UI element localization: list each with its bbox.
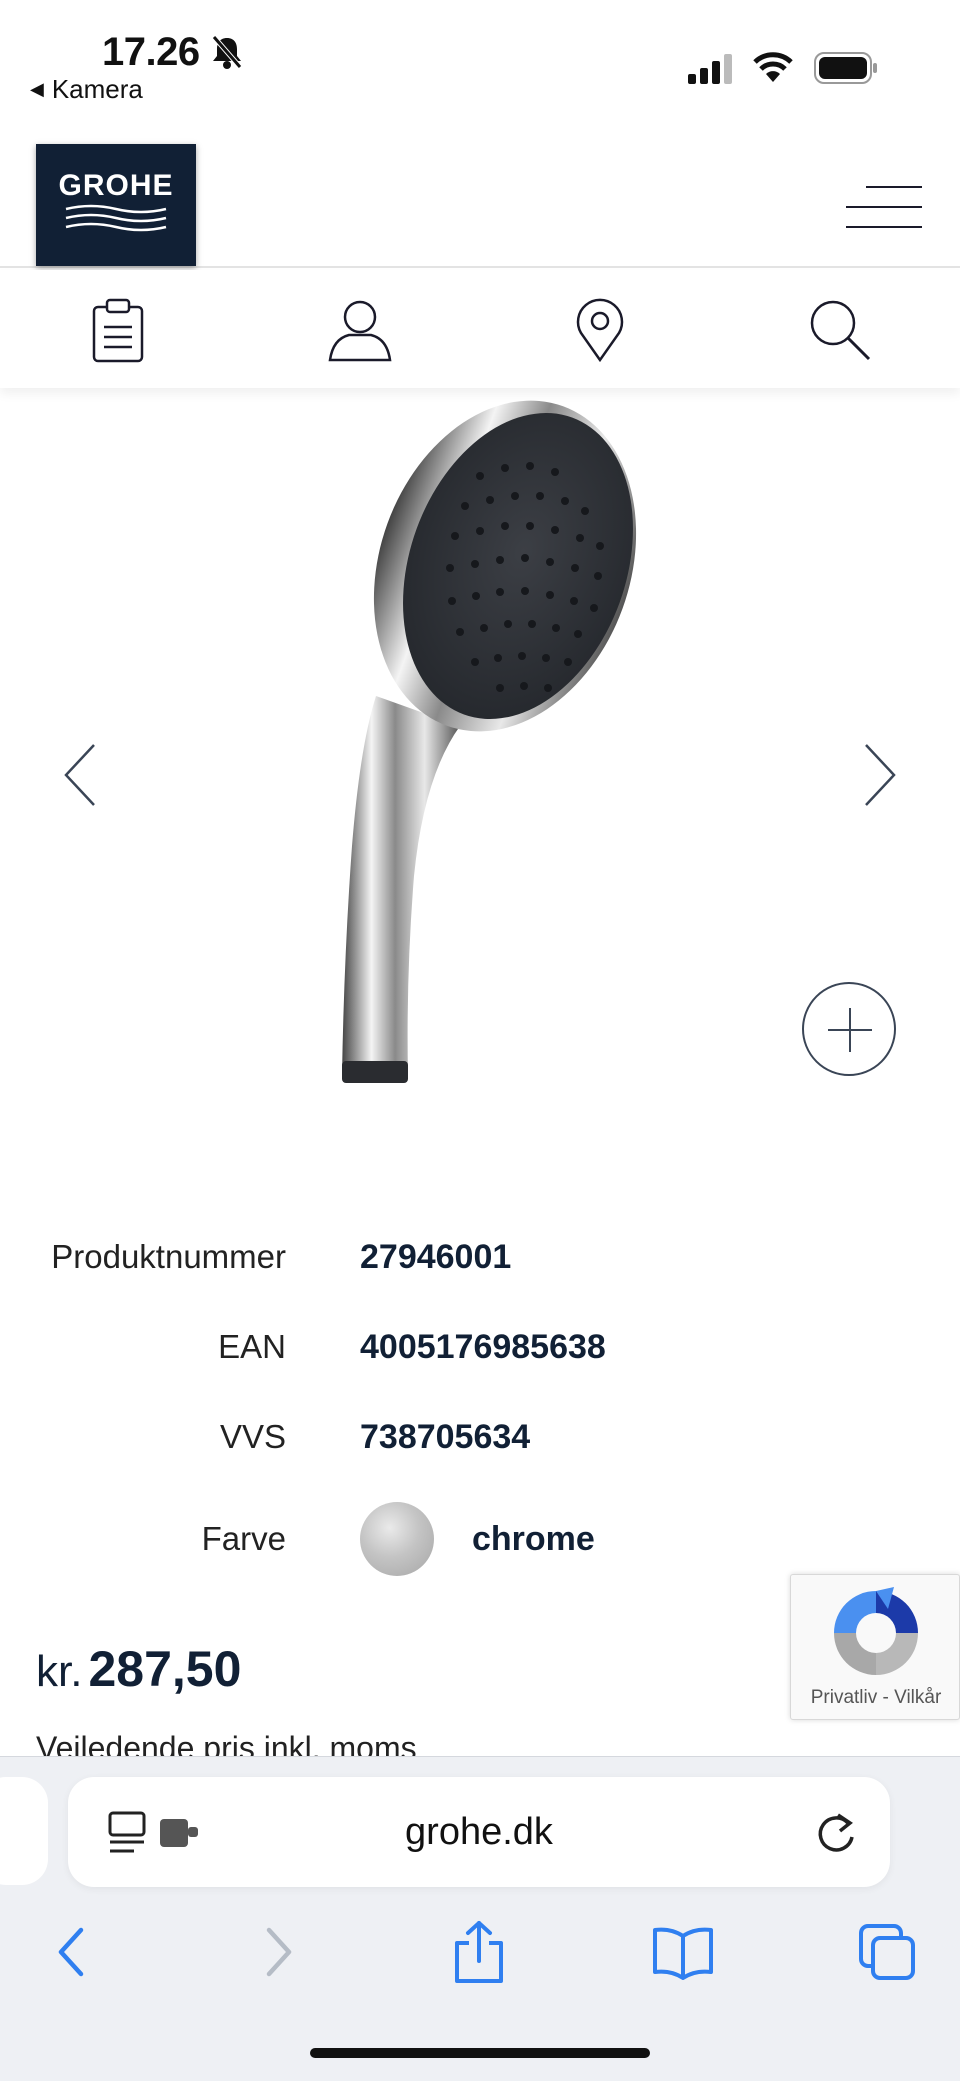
browser-bottom-bar: grohe.dk <box>0 1756 960 2081</box>
detail-row-vvs: VVS 738705634 <box>0 1418 960 1478</box>
detail-row-ean: EAN 4005176985638 <box>0 1328 960 1388</box>
share-button[interactable] <box>444 1917 514 1987</box>
carousel-next-button[interactable] <box>852 735 902 815</box>
product-image-carousel <box>0 390 960 1170</box>
chevron-left-icon <box>64 744 95 806</box>
logo-text: GROHE <box>58 169 174 202</box>
status-bar: 17.26 ◀ Kamera <box>0 0 960 130</box>
recaptcha-badge[interactable]: Privatliv - Vilkår <box>790 1574 960 1720</box>
zoom-button[interactable] <box>802 982 896 1076</box>
share-icon <box>455 1921 503 1983</box>
ean-value: 4005176985638 <box>360 1328 606 1366</box>
hamburger-menu-button[interactable] <box>846 186 922 228</box>
detail-label: VVS <box>219 1418 286 1455</box>
tabs-icon <box>859 1924 915 1980</box>
site-header: GROHE <box>0 130 960 268</box>
menu-line-icon <box>846 206 922 208</box>
book-icon <box>653 1927 713 1980</box>
url-text: grohe.dk <box>405 1811 553 1853</box>
carousel-prev-button[interactable] <box>58 735 108 815</box>
menu-line-icon <box>866 186 922 188</box>
browser-forward-button[interactable] <box>244 1917 314 1987</box>
cellular-signal-icon <box>688 54 734 89</box>
previous-tab-preview[interactable] <box>0 1777 48 1885</box>
quick-nav <box>0 270 960 388</box>
logo-waves-icon <box>65 204 167 232</box>
address-bar[interactable]: grohe.dk <box>68 1777 890 1887</box>
detail-label: Farve <box>201 1520 286 1557</box>
price-amount: 287,50 <box>88 1641 242 1697</box>
bookmarks-button[interactable] <box>648 1917 718 1987</box>
reload-icon[interactable] <box>814 1809 858 1860</box>
detail-label: EAN <box>218 1328 286 1365</box>
wifi-icon <box>752 50 794 89</box>
detail-label: Produktnummer <box>51 1238 286 1275</box>
back-triangle-icon: ◀ <box>30 79 44 99</box>
recaptcha-links[interactable]: Privatliv - Vilkår <box>791 1687 960 1709</box>
home-indicator[interactable] <box>310 2048 650 2058</box>
clock: 17.26 <box>102 30 200 74</box>
back-to-app-link[interactable]: ◀ Kamera <box>30 74 143 105</box>
user-icon[interactable] <box>324 296 396 364</box>
vat-note: Vejledende pris inkl. moms <box>36 1730 417 1756</box>
chevron-right-icon <box>865 744 896 806</box>
vvs-value: 738705634 <box>360 1418 531 1456</box>
hand-shower-image <box>342 400 637 1083</box>
detail-row-color: Farve chrome <box>0 1502 960 1580</box>
grohe-logo[interactable]: GROHE <box>36 144 196 266</box>
tabs-button[interactable] <box>852 1917 922 1987</box>
back-app-label: Kamera <box>51 74 143 104</box>
color-swatch[interactable] <box>360 1502 434 1576</box>
chevron-right-icon <box>266 1927 292 1977</box>
detail-row-product-number: Produktnummer 27946001 <box>0 1238 960 1298</box>
color-name: chrome <box>472 1520 595 1558</box>
product-number-value: 27946001 <box>360 1238 512 1276</box>
price-currency: kr. <box>36 1647 83 1696</box>
browser-back-button[interactable] <box>36 1917 106 1987</box>
location-pin-icon[interactable] <box>564 296 636 364</box>
menu-line-icon <box>846 226 922 228</box>
recaptcha-logo-icon <box>834 1587 918 1675</box>
search-icon[interactable] <box>804 296 876 364</box>
chevron-left-icon <box>58 1927 84 1977</box>
bell-muted-icon <box>210 34 244 75</box>
price: kr. 287,50 <box>36 1640 241 1698</box>
battery-icon <box>814 52 878 89</box>
clipboard-icon[interactable] <box>82 296 154 364</box>
